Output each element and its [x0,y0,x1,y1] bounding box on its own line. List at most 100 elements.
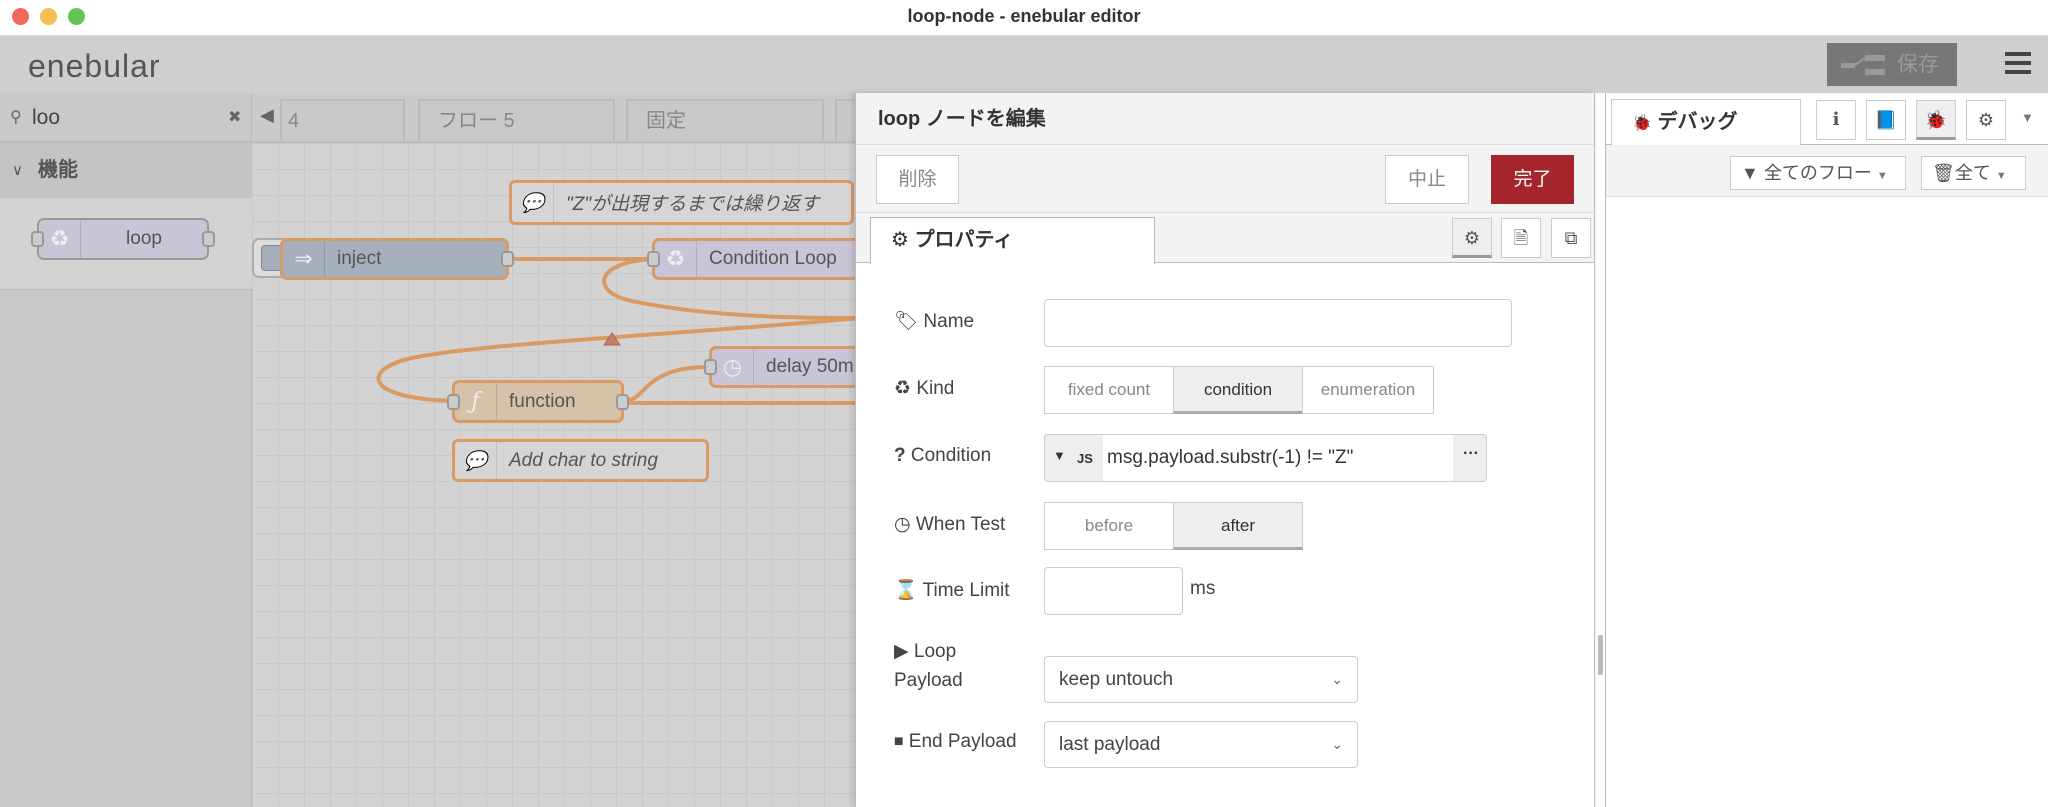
arrow-right-icon: ⇒ [283,241,325,277]
trash-icon: 🗑 [1932,163,1955,183]
name-label: 🏷 Name [894,311,975,332]
when-test-after[interactable]: after [1173,502,1303,550]
app-header [0,36,2048,93]
name-input[interactable] [1044,299,1512,347]
sidebar: 🐞 デバッグ i 📘 🐞 ⚙ ▼ ▼ 全てのフロー ▼ 🗑全て ▼ [1605,93,2048,807]
clear-search-icon[interactable]: ✖ [228,93,241,143]
sidebar-menu-caret-icon[interactable]: ▼ [2021,110,2034,125]
minimize-window-button[interactable] [40,8,57,25]
palette-node-label: loop [126,228,162,249]
menu-icon[interactable] [2005,52,2031,74]
debug-tab-button[interactable]: 🐞 [1916,100,1956,140]
expand-editor-icon[interactable]: ··· [1463,445,1479,463]
comment-node[interactable]: 💬 Add char to string [452,439,709,482]
function-icon: ƒ [455,383,497,420]
hourglass-icon: ⌛ [894,580,918,601]
loop-payload-select[interactable]: keep untouch ⌄ [1044,656,1358,703]
bug-icon: 🐞 [1632,115,1652,132]
description-button[interactable]: 🗎 [1501,218,1541,258]
tab-fixed[interactable]: 固定 [626,99,824,141]
loop-icon: ♻ [655,241,697,277]
tab-flow-4[interactable]: 4 [280,99,405,141]
search-value: loo [32,106,61,129]
time-limit-input[interactable] [1044,567,1183,615]
chevron-down-icon: ⌄ [1331,736,1343,752]
when-test-before[interactable]: before [1044,502,1174,550]
book-icon: 📘 [1874,110,1898,130]
node-edit-panel: loop ノードを編集 削除 中止 完了 ⚙ プロパティ ⚙ 🗎 ⧉ 🏷 Nam… [855,93,1595,807]
condition-loop-node[interactable]: ♻ Condition Loop [647,238,860,280]
help-tab-button[interactable]: 📘 [1866,100,1906,140]
save-label: 保存 [1897,53,1939,76]
done-button[interactable]: 完了 [1491,155,1574,204]
filter-flows-button[interactable]: ▼ 全てのフロー ▼ [1730,156,1906,190]
category-label: 機能 [38,159,78,181]
delay-node[interactable]: ◷ delay 50m [704,346,860,388]
condition-expression[interactable]: msg.payload.substr(-1) != "Z" [1103,435,1453,481]
frame-icon: ⧉ [1564,228,1578,248]
end-payload-label: ⏹ End Payload [894,731,1017,752]
sidebar-resize-handle[interactable] [1598,635,1603,675]
condition-input[interactable]: ▼ JS msg.payload.substr(-1) != "Z" ··· [1044,434,1487,482]
gear-icon: ⚙ [1463,228,1481,248]
when-test-label: ◷ When Test [894,514,1006,535]
wire-function-delay [623,365,710,403]
inject-node[interactable]: ⇒ inject [280,238,514,280]
gear-icon: ⚙ [891,229,909,251]
caret-down-icon[interactable]: ▼ [1053,448,1066,463]
palette-node-loop[interactable]: ♻ loop [31,218,215,260]
cancel-button[interactable]: 中止 [1385,155,1469,204]
chevron-down-icon: ⌄ [1331,671,1343,687]
condition-label: ? Condition [894,445,992,466]
kind-fixed-count[interactable]: fixed count [1044,366,1174,414]
tab-flow-5[interactable]: フロー 5 [418,99,615,141]
time-limit-unit: ms [1190,578,1216,599]
search-icon: ⚲ [10,109,22,126]
question-icon: ? [894,445,906,466]
editor-tabs: ⚙ プロパティ ⚙ 🗎 ⧉ [856,213,1594,264]
clear-debug-button[interactable]: 🗑全て ▼ [1921,156,2026,190]
timer-icon: ◷ [712,349,754,385]
category-body: ♻ loop [0,198,252,290]
deploy-icon [1841,55,1885,75]
appearance-button[interactable]: ⧉ [1551,218,1591,258]
play-icon: ▶ [894,641,909,662]
comment-icon: 💬 [455,442,497,479]
close-window-button[interactable] [12,8,29,25]
editor-toolbar: 削除 中止 完了 [856,145,1594,213]
tag-icon: 🏷 [894,311,919,332]
delete-button[interactable]: 削除 [876,155,959,204]
properties-settings-button[interactable]: ⚙ [1452,218,1492,258]
kind-label: ♻ Kind [894,378,955,399]
scroll-left-icon[interactable]: ◀ [260,105,274,126]
palette-search-input[interactable]: ⚲ loo ✖ [0,93,252,143]
comment-icon: 💬 [512,183,554,222]
document-icon: 🗎 [1513,228,1529,248]
info-icon: i [1832,109,1840,130]
bug-icon: 🐞 [1924,110,1948,130]
chevron-down-icon: ∨ [12,162,23,179]
tab-debug[interactable]: 🐞 デバッグ [1611,99,1801,146]
logo: enebular [28,48,161,84]
zoom-window-button[interactable] [68,8,85,25]
info-tab-button[interactable]: i [1816,100,1856,140]
loop-icon: ♻ [39,220,81,258]
loop-payload-label: ▶ Loop Payload [894,641,963,691]
debug-toolbar: ▼ 全てのフロー ▼ 🗑全て ▼ [1606,145,2048,197]
config-tab-button[interactable]: ⚙ [1966,100,2006,140]
comment-node[interactable]: 💬 "Z"が出現するまでは繰り返す [509,180,854,225]
save-button[interactable]: 保存 [1827,43,1957,86]
end-payload-select[interactable]: last payload ⌄ [1044,721,1358,768]
kind-enumeration[interactable]: enumeration [1302,366,1434,414]
type-js-label[interactable]: JS [1077,451,1093,466]
node-palette: ⚲ loo ✖ ∨ 機能 ♻ loop [0,93,252,807]
sidebar-tabs: 🐞 デバッグ i 📘 🐞 ⚙ ▼ [1606,93,2048,146]
editor-title: loop ノードを編集 [856,93,1594,145]
kind-condition[interactable]: condition [1173,366,1303,414]
recycle-icon: ♻ [894,378,912,399]
tab-properties[interactable]: ⚙ プロパティ [870,217,1155,264]
function-node[interactable]: ƒ function [447,380,629,423]
stop-icon: ⏹ [894,731,904,752]
category-header[interactable]: ∨ 機能 [0,143,252,198]
flow-canvas[interactable]: 💬 "Z"が出現するまでは繰り返す ⇒ inject ♻ Condition L… [252,143,860,807]
